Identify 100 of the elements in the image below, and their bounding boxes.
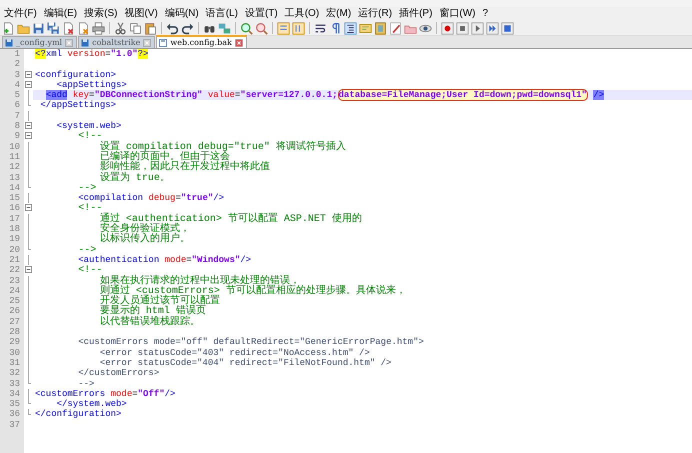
line-number: 36 <box>0 409 24 420</box>
fold-toggle-icon[interactable] <box>25 70 32 78</box>
line-number: 29 <box>0 337 24 348</box>
line-number: 9 <box>0 131 24 142</box>
line-number: 3 <box>0 70 24 80</box>
line-number: 1 <box>0 49 24 60</box>
print-icon[interactable] <box>92 22 105 34</box>
code-line: </system.web> <box>56 399 128 410</box>
cut-icon[interactable] <box>114 22 127 34</box>
pen-icon[interactable] <box>389 22 402 34</box>
code-line: <configuration> <box>34 70 118 80</box>
line-number: 5 <box>0 90 24 100</box>
line-number: 21 <box>0 254 24 266</box>
code-line: <appSettings> <box>56 80 128 90</box>
line-number: 8 <box>0 121 24 132</box>
fold-toggle-icon[interactable] <box>25 204 32 212</box>
line-number: 30 <box>0 348 24 358</box>
menu-item[interactable]: 工具(O) <box>284 7 320 21</box>
menu-item[interactable]: 文件(F) <box>3 7 38 21</box>
line-number: 20 <box>0 244 24 255</box>
line-number: 26 <box>0 306 24 317</box>
undo-icon[interactable] <box>166 22 179 34</box>
line-number: 23 <box>0 276 24 286</box>
line-number: 14 <box>0 182 24 194</box>
code-line: <!-- <box>77 265 102 276</box>
code-line: 设置 compilation debug="true" 将调试符号插入 <box>98 142 347 152</box>
fold-toggle-icon[interactable] <box>25 122 32 130</box>
code-line: --> <box>77 244 96 255</box>
code-line: <error statusCode="404" redirect="FileNotFound.htm" /> <box>98 358 392 368</box>
play-multiple-icon[interactable] <box>486 22 499 34</box>
code-line: 设置为 true。 <box>98 172 171 183</box>
zoom-out-icon[interactable] <box>255 22 268 34</box>
play-icon[interactable] <box>471 22 484 34</box>
file-icon <box>5 38 13 46</box>
menu-item[interactable]: ? <box>482 7 490 21</box>
tab[interactable]: cobaltstrike <box>78 36 156 48</box>
code-line: 影响性能，因此只在开发过程中将此值 <box>98 162 271 173</box>
menu-item[interactable]: 运行(R) <box>357 7 394 21</box>
line-number: 22 <box>0 265 24 276</box>
line-number: 7 <box>0 110 24 122</box>
indent-guide-icon[interactable] <box>344 22 357 34</box>
line-number: 27 <box>0 316 24 328</box>
line-number: 33 <box>0 378 24 389</box>
code-line: </configuration> <box>34 409 122 420</box>
line-number: 12 <box>0 162 24 173</box>
fold-toggle-icon[interactable] <box>25 80 32 88</box>
line-number: 16 <box>0 203 24 214</box>
new-file-icon[interactable] <box>2 22 15 34</box>
menu-item[interactable]: 设置(T) <box>244 7 279 21</box>
menu-item[interactable]: 插件(P) <box>398 7 434 21</box>
close-file-icon[interactable] <box>62 22 75 34</box>
line-number: 15 <box>0 193 24 204</box>
code-line: </appSettings> <box>39 100 118 111</box>
code-line: <!-- <box>77 131 102 142</box>
save-all-icon[interactable] <box>47 22 60 34</box>
line-number: 35 <box>0 399 24 410</box>
fold-toggle-icon[interactable] <box>25 266 32 274</box>
code-line: <customErrors mode="off" defaultRedirect="GenericErrorPage.htm"> <box>77 337 425 348</box>
close-all-icon[interactable] <box>77 22 90 34</box>
code-line: --> <box>77 378 96 389</box>
line-number: 10 <box>0 142 24 152</box>
menu-item[interactable]: 语言(L) <box>204 7 239 21</box>
tab[interactable]: _config.yml <box>2 36 78 48</box>
menu-item[interactable]: 编码(N) <box>164 7 200 21</box>
document-map-icon[interactable] <box>374 22 387 34</box>
code-line: 开发人员通过该节可以配置 <box>98 296 221 306</box>
line-number: 13 <box>0 172 24 183</box>
code-line: <authentication mode="Windows"/> <box>77 254 252 265</box>
sync-vertical-icon[interactable] <box>277 22 290 34</box>
save-macro-icon[interactable] <box>501 22 514 34</box>
file-icon <box>159 38 168 46</box>
tab[interactable]: web.config.bak <box>156 35 247 48</box>
code-line: <customErrors mode="Off"/> <box>34 388 176 400</box>
save-icon[interactable] <box>32 22 45 34</box>
code-line: 要显示的 html 错误页 <box>98 306 207 317</box>
close-icon[interactable] <box>234 38 243 46</box>
code-line: 以标识传入的用户。 <box>98 234 191 245</box>
redo-icon[interactable] <box>181 22 194 34</box>
menu-item[interactable]: 搜索(S) <box>83 7 118 21</box>
word-wrap-icon[interactable] <box>314 22 327 34</box>
sync-horizontal-icon[interactable] <box>292 22 305 34</box>
line-number-gutter <box>0 430 24 453</box>
zoom-in-icon[interactable] <box>240 22 253 34</box>
line-number: 31 <box>0 358 24 368</box>
menu-item[interactable]: 窗口(W) <box>438 7 477 21</box>
menu-item[interactable]: 编辑(E) <box>42 7 78 21</box>
copy-icon[interactable] <box>129 22 142 34</box>
menu-item[interactable]: 宏(M) <box>325 7 352 21</box>
line-number: 25 <box>0 296 24 306</box>
line-number: 24 <box>0 286 24 296</box>
code-line: <!-- <box>77 203 102 214</box>
fold-toggle-icon[interactable] <box>25 132 32 140</box>
line-number: 18 <box>0 224 24 234</box>
paste-icon[interactable] <box>144 22 157 34</box>
line-number: 34 <box>0 388 24 400</box>
menu-item[interactable]: 视图(V) <box>123 7 159 21</box>
line-number: 17 <box>0 214 24 224</box>
stop-icon[interactable] <box>456 22 469 34</box>
line-number: 2 <box>0 59 24 70</box>
record-icon[interactable] <box>441 22 454 34</box>
